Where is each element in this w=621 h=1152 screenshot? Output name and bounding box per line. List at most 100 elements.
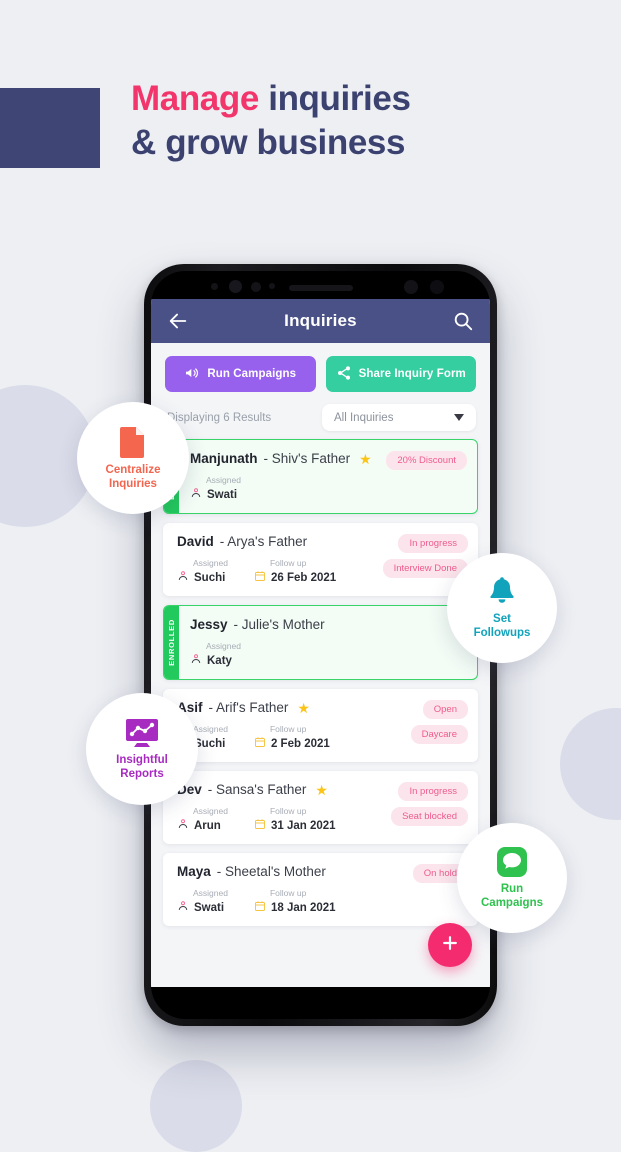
calendar-icon bbox=[254, 818, 266, 833]
document-icon bbox=[118, 425, 148, 459]
star-icon[interactable]: ★ bbox=[359, 452, 372, 466]
assigned-label: Assigned bbox=[193, 558, 228, 568]
status-badge[interactable]: Daycare bbox=[410, 725, 468, 744]
inquiry-relation: - Shiv's Father bbox=[263, 451, 351, 466]
star-icon[interactable]: ★ bbox=[315, 783, 328, 797]
assigned-block: Assigned Katy bbox=[190, 641, 241, 668]
chat-bubble-icon bbox=[496, 846, 528, 878]
inquiry-contact-name: Manjunath bbox=[190, 451, 258, 466]
assigned-value-row: Arun bbox=[177, 818, 228, 833]
followup-value-row: 2 Feb 2021 bbox=[254, 736, 330, 751]
followup-date: 18 Jan 2021 bbox=[270, 901, 336, 914]
assigned-block: Assigned Swati bbox=[190, 475, 241, 502]
inquiry-relation: - Arif's Father bbox=[208, 700, 289, 715]
followup-label: Follow up bbox=[269, 558, 307, 568]
status-badge[interactable]: 20% Discount bbox=[386, 451, 467, 470]
app-screen: Inquiries Run Campaigns Share Inquiry Fo… bbox=[151, 299, 490, 987]
followup-block: Follow up 18 Jan 2021 bbox=[254, 888, 336, 915]
megaphone-icon bbox=[184, 365, 200, 384]
assigned-value-row: Katy bbox=[190, 653, 241, 668]
status-badge[interactable]: In progress bbox=[398, 534, 468, 553]
inquiry-list: ENROLLED Manjunath - Shiv's Father ★ Assigne… bbox=[151, 439, 490, 926]
assigned-value: Suchi bbox=[194, 737, 226, 750]
inquiry-relation: - Sansa's Father bbox=[207, 782, 307, 797]
decorative-rectangle bbox=[0, 88, 100, 168]
run-campaigns-button[interactable]: Run Campaigns bbox=[165, 356, 316, 392]
bell-icon bbox=[487, 576, 517, 608]
tag-list: In progress Seat blocked bbox=[391, 782, 468, 826]
followup-date: 26 Feb 2021 bbox=[270, 571, 337, 584]
calendar-icon bbox=[254, 736, 266, 751]
add-inquiry-button[interactable] bbox=[428, 923, 472, 967]
followup-label: Follow up bbox=[269, 888, 307, 898]
assigned-block: Assigned Suchi bbox=[177, 558, 228, 585]
status-badge[interactable]: Open bbox=[422, 700, 468, 719]
tag-list: 20% Discount bbox=[386, 451, 467, 470]
person-icon bbox=[177, 570, 189, 585]
inquiry-card[interactable]: ENROLLED Jessy - Julie's Mother Assigned Kat… bbox=[163, 605, 478, 680]
followup-label: Follow up bbox=[269, 806, 307, 816]
assigned-label: Assigned bbox=[193, 888, 228, 898]
share-icon bbox=[336, 365, 352, 384]
assigned-value: Swati bbox=[207, 488, 238, 501]
inquiry-relation: - Arya's Father bbox=[219, 534, 308, 549]
followup-block: Follow up 2 Feb 2021 bbox=[254, 724, 330, 751]
tag-list: Open Daycare bbox=[410, 700, 468, 744]
badge-centralize-label: Centralize Inquiries bbox=[105, 463, 161, 490]
phone-speaker bbox=[288, 285, 353, 291]
assigned-value: Suchi bbox=[194, 571, 226, 584]
inquiry-filter-dropdown[interactable]: All Inquiries bbox=[322, 404, 476, 431]
inquiry-card[interactable]: Maya - Sheetal's Mother Assigned Swati Follo… bbox=[163, 853, 478, 926]
chart-monitor-icon bbox=[124, 717, 160, 749]
phone-front-camera bbox=[404, 280, 418, 294]
page-title: Manage inquiries & grow business bbox=[131, 77, 601, 165]
quick-actions: Run Campaigns Share Inquiry Form bbox=[151, 343, 490, 392]
inquiry-card[interactable]: Dev - Sansa's Father ★ Assigned Arun Follow u… bbox=[163, 771, 478, 844]
search-icon[interactable] bbox=[452, 310, 474, 332]
inquiry-relation: - Sheetal's Mother bbox=[216, 864, 326, 879]
badge-run-campaigns: Run Campaigns bbox=[457, 823, 567, 933]
headline-rest: inquiries bbox=[268, 79, 411, 118]
inquiry-card[interactable]: Asif - Arif's Father ★ Assigned Suchi Follow … bbox=[163, 689, 478, 762]
assigned-value-row: Swati bbox=[190, 487, 241, 502]
inquiry-card[interactable]: ENROLLEDManjunath- Shiv's Father★Assigne… bbox=[163, 439, 478, 514]
inquiry-card[interactable]: David - Arya's Father Assigned Suchi Follow … bbox=[163, 523, 478, 596]
followup-label: Follow up bbox=[269, 724, 307, 734]
assigned-value-row: Swati bbox=[177, 900, 228, 915]
badge-reports-label: Insightful Reports bbox=[116, 753, 168, 780]
followup-value-row: 31 Jan 2021 bbox=[254, 818, 336, 833]
assigned-label: Assigned bbox=[193, 724, 228, 734]
followup-block: Follow up 31 Jan 2021 bbox=[254, 806, 336, 833]
phone-sensor bbox=[269, 283, 275, 289]
back-arrow-icon[interactable] bbox=[167, 310, 189, 332]
filter-row: Displaying 6 Results All Inquiries bbox=[151, 392, 490, 439]
share-inquiry-form-button[interactable]: Share Inquiry Form bbox=[325, 356, 476, 392]
enrolled-badge: ENROLLED bbox=[164, 606, 179, 679]
phone-sensor bbox=[229, 280, 242, 293]
results-count: Displaying 6 Results bbox=[167, 411, 272, 424]
assigned-label: Assigned bbox=[206, 475, 241, 485]
inquiry-filter-value: All Inquiries bbox=[334, 411, 394, 424]
star-icon[interactable]: ★ bbox=[297, 701, 310, 715]
run-campaigns-label: Run Campaigns bbox=[207, 368, 297, 380]
status-badge[interactable]: Interview Done bbox=[382, 559, 468, 578]
assigned-label: Assigned bbox=[206, 641, 241, 651]
status-badge[interactable]: Seat blocked bbox=[391, 807, 468, 826]
calendar-icon bbox=[254, 900, 266, 915]
badge-centralize-inquiries: Centralize Inquiries bbox=[77, 402, 189, 514]
headline-highlight: Manage bbox=[131, 79, 259, 118]
tag-list: In progress Interview Done bbox=[382, 534, 468, 578]
headline-line2: & grow business bbox=[131, 123, 406, 163]
followup-value-row: 18 Jan 2021 bbox=[254, 900, 336, 915]
plus-icon bbox=[440, 933, 460, 958]
status-badge[interactable]: In progress bbox=[398, 782, 468, 801]
app-bar: Inquiries bbox=[151, 299, 490, 343]
badge-insightful-reports: Insightful Reports bbox=[86, 693, 198, 805]
followup-date: 31 Jan 2021 bbox=[270, 819, 336, 832]
promo-poster: Manage inquiries & grow business Inquiri bbox=[0, 0, 621, 1152]
chevron-down-icon bbox=[454, 414, 464, 421]
inquiry-contact-name: Maya bbox=[177, 864, 211, 879]
inquiry-meta: Assigned Katy bbox=[190, 641, 465, 668]
decorative-circle-right bbox=[560, 708, 621, 820]
share-inquiry-form-label: Share Inquiry Form bbox=[358, 368, 466, 380]
